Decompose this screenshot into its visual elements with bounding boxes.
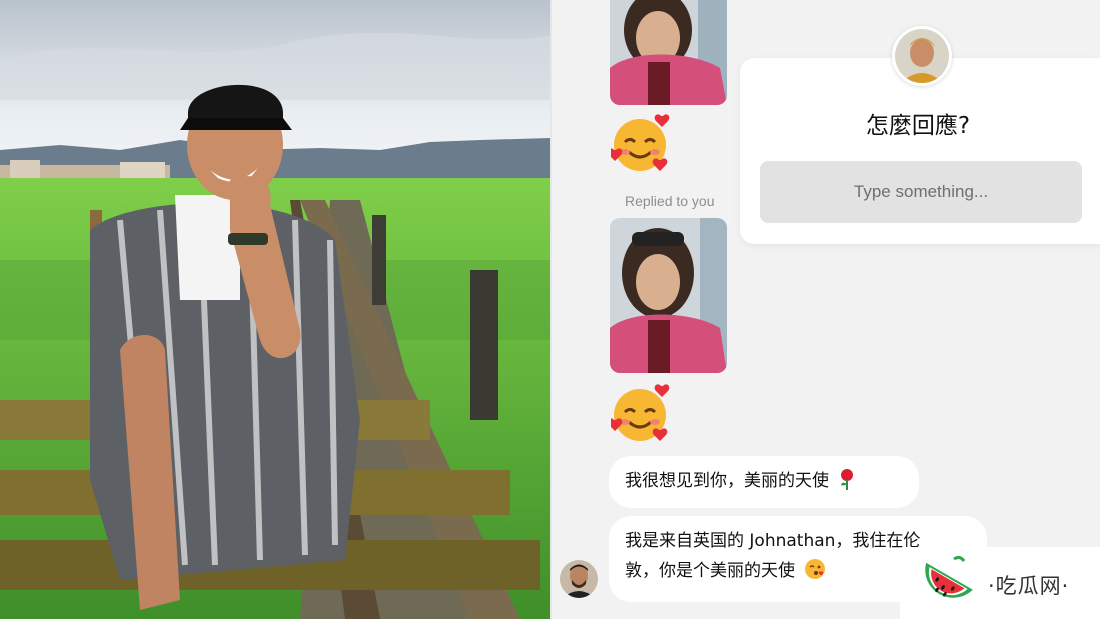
kiss-face-icon <box>804 558 826 580</box>
watermelon-logo-icon <box>914 553 976 615</box>
message-bubble[interactable]: 我很想见到你，美丽的天使 <box>609 456 919 508</box>
rose-icon <box>837 468 857 490</box>
photo-man-on-railway <box>0 0 550 619</box>
sender-avatar[interactable] <box>560 560 598 598</box>
chat-panel[interactable]: Replied to you 我很想见到你，美丽的天使 我是来自英国的 John… <box>552 0 1100 619</box>
photo-illustration <box>0 0 550 619</box>
shared-photo-image <box>610 0 727 105</box>
smiling-face-with-hearts-icon <box>607 112 673 174</box>
reply-photo-thumbnail[interactable] <box>610 218 727 373</box>
message-text: 我很想见到你，美丽的天使 <box>625 471 829 491</box>
screenshot-root: Replied to you 我很想见到你，美丽的天使 我是来自英国的 John… <box>0 0 1100 619</box>
message-text-line-2: 敦，你是个美丽的天使 <box>625 561 795 581</box>
profile-avatar[interactable] <box>892 26 952 86</box>
watermark-text: ·吃瓜网· <box>988 574 1070 598</box>
reply-input[interactable]: Type something... <box>760 161 1082 223</box>
watermark-badge: ·吃瓜网· <box>900 547 1100 619</box>
replied-to-you-label: Replied to you <box>625 193 715 209</box>
reply-card-title: 怎麼回應? <box>865 113 971 139</box>
smiling-face-with-hearts-icon-2 <box>607 382 673 444</box>
shared-photo-thumbnail[interactable] <box>610 0 727 105</box>
reply-photo-image <box>610 218 727 373</box>
